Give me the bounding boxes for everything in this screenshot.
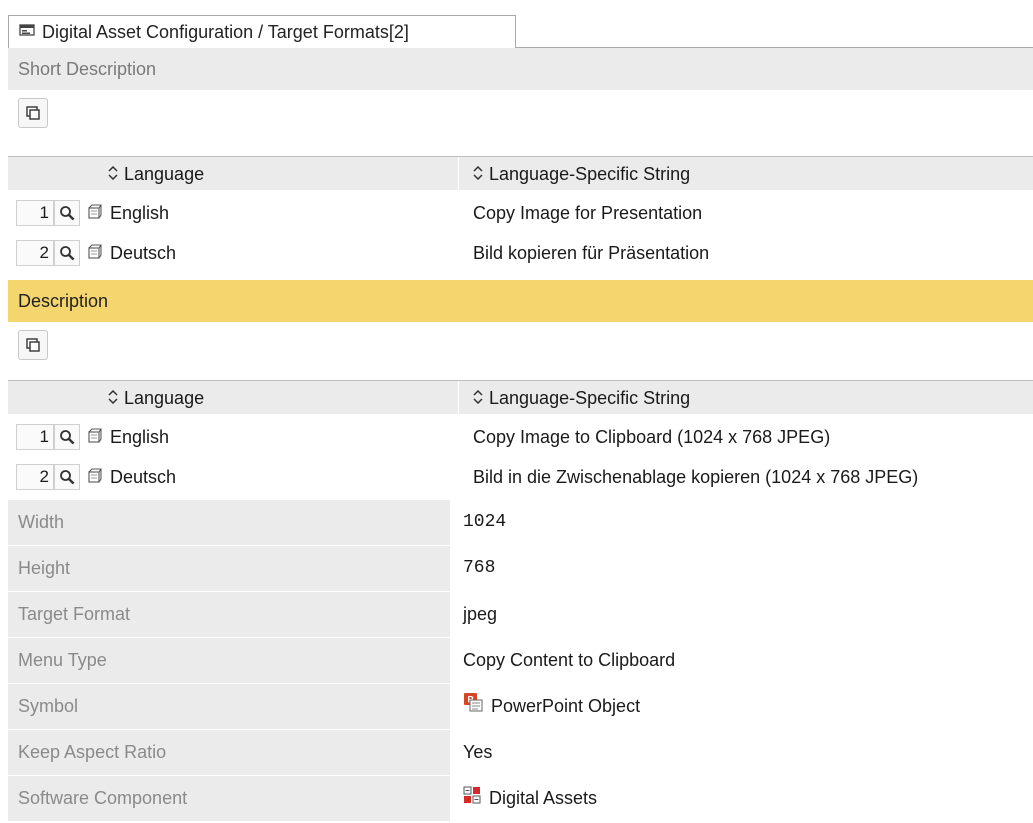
copy-rows-button[interactable] [18,98,48,128]
string-cell: Copy Image to Clipboard (1024 x 768 JPEG… [473,427,831,447]
object-icon [88,244,102,265]
section-header-short-description[interactable]: Short Description [8,48,1033,90]
menu-type-value[interactable]: Copy Content to Clipboard [450,638,1033,683]
description-grid-header: Language Language-Specific String [8,380,1033,415]
column-header-language-specific-string[interactable]: Language-Specific String [473,381,690,415]
table-row[interactable]: 2 Deutsch Bild kopieren für Präsentation [8,234,1033,272]
field-label: Menu Type [8,638,450,683]
field-label: Height [8,546,450,591]
width-value[interactable]: 1024 [450,500,1033,545]
field-label: Symbol [8,684,450,729]
keep-aspect-ratio-value[interactable]: Yes [450,730,1033,775]
field-symbol: Symbol P PowerPoint Object [8,684,1033,730]
string-cell: Copy Image for Presentation [473,203,703,223]
row-number: 1 [16,424,54,450]
field-menu-type: Menu Type Copy Content to Clipboard [8,638,1033,684]
field-label: Width [8,500,450,545]
short-description-grid-header: Language Language-Specific String [8,156,1033,191]
object-icon [88,428,102,449]
digital-assets-icon [463,776,481,821]
language-cell: Deutsch [110,243,177,263]
language-cell: Deutsch [110,467,177,487]
table-row[interactable]: 2 Deutsch Bild in die Zwischenablage kop… [8,458,1033,496]
string-cell: Bild kopieren für Präsentation [473,243,710,263]
field-height: Height 768 [8,546,1033,592]
magnifier-icon[interactable] [54,464,80,490]
section-title: Short Description [18,58,157,79]
sort-icon [108,164,118,185]
software-component-value[interactable]: Digital Assets [450,776,1033,821]
copy-icon [26,338,40,352]
column-divider [458,381,459,415]
field-width: Width 1024 [8,500,1033,546]
target-format-value[interactable]: jpeg [450,592,1033,637]
column-divider [458,157,459,191]
string-cell: Bild in die Zwischenablage kopieren (102… [473,467,919,487]
detail-form: Short Description Language Language-Spec… [8,48,1033,823]
form-window-icon [19,22,35,43]
sort-icon [473,388,483,409]
tab-title: Digital Asset Configuration / Target For… [42,21,409,42]
object-icon [88,204,102,225]
row-number: 1 [16,200,54,226]
column-header-language[interactable]: Language [108,157,204,191]
field-software-component: Software Component Digital Assets [8,776,1033,822]
tab-bar: Digital Asset Configuration / Target For… [0,0,1033,48]
symbol-value[interactable]: P PowerPoint Object [450,684,1033,729]
language-cell: English [110,203,170,223]
field-keep-aspect-ratio: Keep Aspect Ratio Yes [8,730,1033,776]
row-number: 2 [16,240,54,266]
field-label: Keep Aspect Ratio [8,730,450,775]
table-row[interactable]: 1 English Copy Image for Presentation [8,194,1033,232]
section-title: Description [18,290,109,311]
object-icon [88,468,102,489]
sort-icon [108,388,118,409]
copy-rows-button[interactable] [18,330,48,360]
row-number: 2 [16,464,54,490]
field-target-format: Target Format jpeg [8,592,1033,638]
column-header-language-specific-string[interactable]: Language-Specific String [473,157,690,191]
tab-target-formats[interactable]: Digital Asset Configuration / Target For… [8,15,516,48]
description-toolbar [8,322,1033,368]
section-header-description[interactable]: Description [8,280,1033,322]
height-value[interactable]: 768 [450,546,1033,591]
short-description-toolbar [8,90,1033,136]
magnifier-icon[interactable] [54,200,80,226]
table-row[interactable]: 1 English Copy Image to Clipboard (1024 … [8,418,1033,456]
field-label: Software Component [8,776,450,821]
field-label: Target Format [8,592,450,637]
magnifier-icon[interactable] [54,240,80,266]
column-header-language[interactable]: Language [108,381,204,415]
magnifier-icon[interactable] [54,424,80,450]
powerpoint-icon: P [463,684,483,729]
copy-icon [26,106,40,120]
language-cell: English [110,427,170,447]
sort-icon [473,164,483,185]
